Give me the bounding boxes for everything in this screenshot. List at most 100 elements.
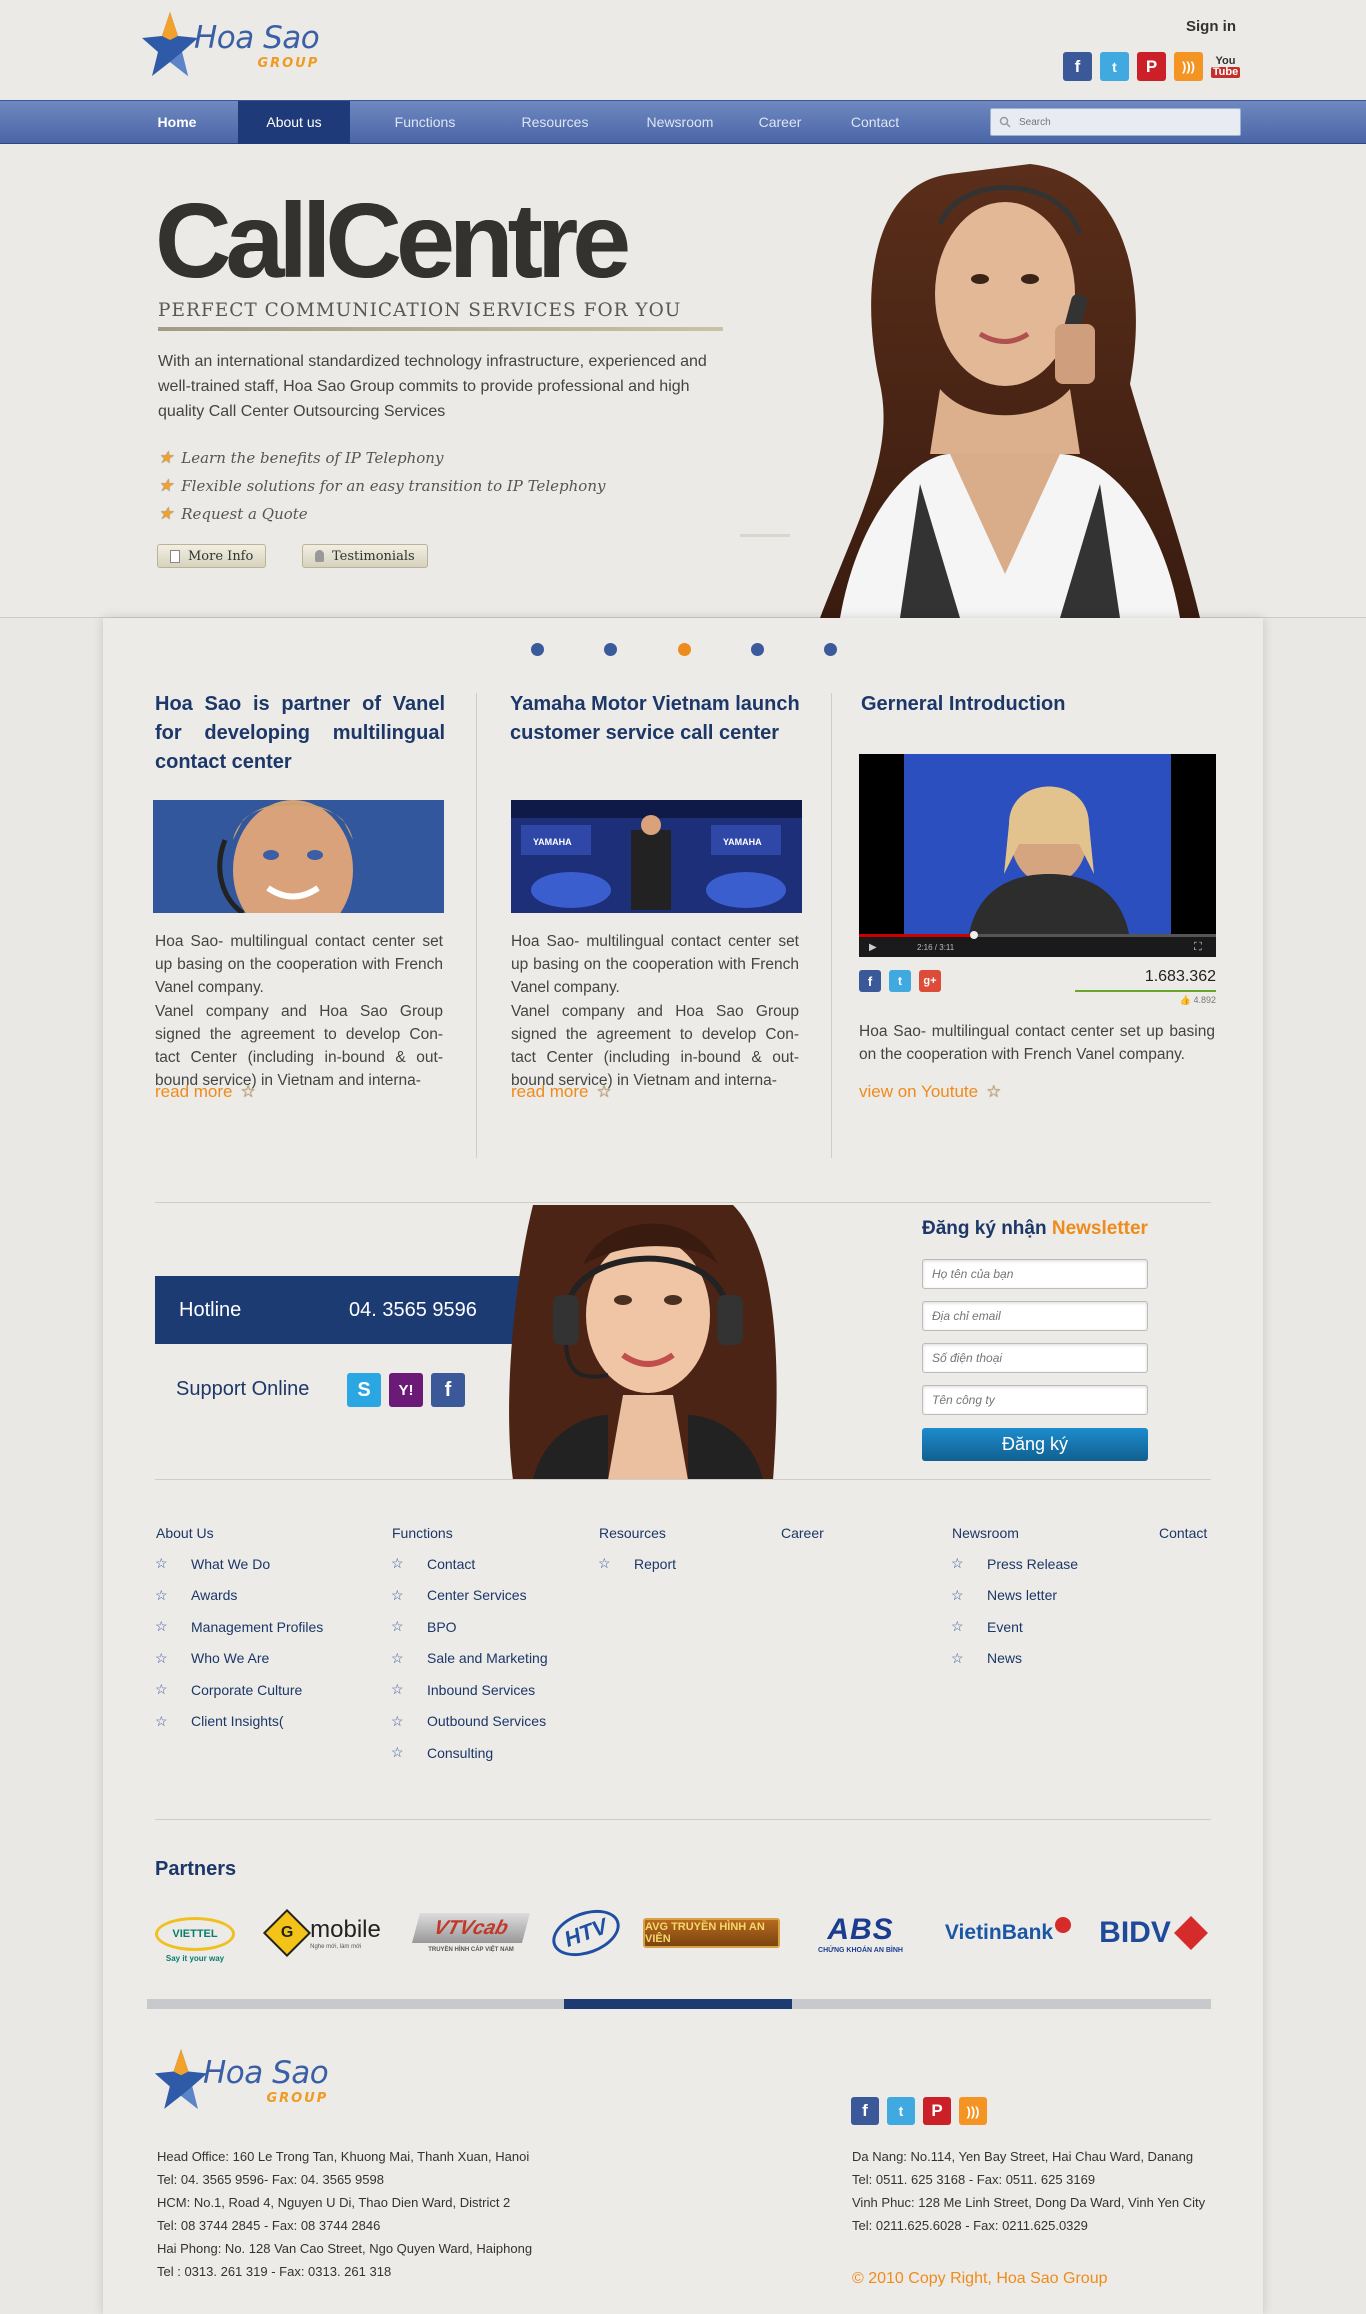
footer-link[interactable]: ☆ Sale and Marketing <box>391 1643 548 1675</box>
nav-newsroom[interactable]: Newsroom <box>630 101 730 144</box>
footer-link[interactable]: ☆ Awards <box>155 1580 323 1612</box>
company-input[interactable] <box>922 1385 1148 1415</box>
star-icon: ☆ <box>951 1618 964 1635</box>
testimonials-label: Testimonials <box>332 548 415 564</box>
testimonials-button[interactable]: Testimonials <box>302 544 428 568</box>
partner-viettel-logo[interactable]: VIETTEL Say it your way <box>153 1908 237 1972</box>
section-divider <box>155 1819 1211 1820</box>
footer-head-about[interactable]: About Us <box>156 1525 214 1541</box>
twitter-icon[interactable]: t <box>1100 52 1129 81</box>
site-logo[interactable]: Hoa Sao GROUP <box>140 8 320 80</box>
hero-bullet[interactable]: ★ Learn the benefits of IP Telephony <box>158 444 605 472</box>
skype-icon[interactable]: S <box>347 1373 381 1407</box>
yahoo-messenger-icon[interactable]: Y! <box>389 1373 423 1407</box>
facebook-icon[interactable]: f <box>1063 52 1092 81</box>
google-plus-icon[interactable]: g+ <box>919 970 941 992</box>
footer-link[interactable]: ☆ Event <box>951 1611 1078 1643</box>
nav-resources[interactable]: Resources <box>505 101 605 144</box>
video-player[interactable]: ▶ 2:16 / 3:11 ⛶ <box>859 754 1216 957</box>
footer-logo[interactable]: Hoa Sao GROUP <box>153 2045 329 2113</box>
footer-link[interactable]: ☆ Inbound Services <box>391 1674 548 1706</box>
slider-dot[interactable] <box>531 643 544 656</box>
partner-gmobile-logo[interactable]: G mobile Nghe mới, làm mới <box>258 1908 393 1958</box>
partner-abs-logo[interactable]: ABS CHỨNG KHOÁN AN BÌNH <box>798 1908 923 1958</box>
address-line: Tel: 04. 3565 9596- Fax: 04. 3565 9598 <box>157 2172 384 2187</box>
nav-contact[interactable]: Contact <box>840 101 910 144</box>
facebook-icon[interactable]: f <box>859 970 881 992</box>
rss-icon[interactable]: ))) <box>1174 52 1203 81</box>
footer-link[interactable]: ☆ News <box>951 1643 1078 1675</box>
partner-avg-logo[interactable]: AVG TRUYỀN HÌNH AN VIÊN <box>643 1918 780 1948</box>
footer-link[interactable]: ☆ Consulting <box>391 1737 548 1769</box>
nav-home[interactable]: Home <box>138 101 216 144</box>
news-image-yamaha[interactable]: YAMAHA YAMAHA <box>511 800 802 913</box>
hero-bullet[interactable]: ★ Request a Quote <box>158 500 605 528</box>
twitter-icon[interactable]: t <box>887 2097 915 2125</box>
subscribe-button[interactable]: Đăng ký <box>922 1428 1148 1461</box>
footer-link[interactable]: ☆ BPO <box>391 1611 548 1643</box>
hero-bullet[interactable]: ★ Flexible solutions for an easy transiti… <box>158 472 605 500</box>
slider-dot[interactable] <box>751 643 764 656</box>
partner-vtvcab-logo[interactable]: VTVcab TRUYỀN HÌNH CÁP VIỆT NAM <box>411 1906 531 1960</box>
twitter-icon[interactable]: t <box>889 970 911 992</box>
nav-functions[interactable]: Functions <box>375 101 475 144</box>
play-icon[interactable]: ▶ <box>869 942 877 953</box>
footer-link-label: Report <box>634 1555 677 1572</box>
partners-scroll-thumb[interactable] <box>564 1999 792 2009</box>
news-title[interactable]: Yamaha Motor Vietnam launch customer ser… <box>510 690 810 748</box>
footer-link-label: BPO <box>427 1618 457 1635</box>
footer-link[interactable]: ☆ Press Release <box>951 1548 1078 1580</box>
footer-link[interactable]: ☆ Corporate Culture <box>155 1674 323 1706</box>
fullscreen-icon[interactable]: ⛶ <box>1194 941 1202 954</box>
nav-career[interactable]: Career <box>745 101 815 144</box>
footer-head-resources[interactable]: Resources <box>599 1525 666 1541</box>
footer-head-newsroom[interactable]: Newsroom <box>952 1525 1019 1541</box>
news-image-agent[interactable] <box>153 800 444 913</box>
search-input[interactable] <box>1019 116 1219 128</box>
video-share-icons: f t g+ <box>859 970 941 992</box>
video-time: 2:16 / 3:11 <box>917 943 955 952</box>
read-more-link[interactable]: read more ☆ <box>155 1082 264 1102</box>
partner-htv-logo[interactable]: HTV <box>545 1901 627 1965</box>
copyright: © 2010 Copy Right, Hoa Sao Group <box>852 2270 1108 2287</box>
more-info-button[interactable]: More Info <box>157 544 267 568</box>
sign-in-link[interactable]: Sign in <box>1186 18 1236 35</box>
section-divider <box>155 1202 1211 1203</box>
search-box[interactable] <box>990 108 1241 136</box>
partner-bidv-logo[interactable]: BIDV <box>1091 1913 1211 1953</box>
footer-link[interactable]: ☆ Who We Are <box>155 1643 323 1675</box>
email-input[interactable] <box>922 1301 1148 1331</box>
pinterest-icon[interactable]: P <box>923 2097 951 2125</box>
facebook-icon[interactable]: f <box>431 1373 465 1407</box>
pinterest-icon[interactable]: P <box>1137 52 1166 81</box>
rss-icon[interactable]: ))) <box>959 2097 987 2125</box>
slider-dot[interactable] <box>824 643 837 656</box>
footer-link[interactable]: ☆ News letter <box>951 1580 1078 1612</box>
footer-logo-text: Hoa Sao <box>203 2055 329 2091</box>
footer-link[interactable]: ☆ Client Insights( <box>155 1706 323 1738</box>
partner-vietinbank-logo[interactable]: VietinBank <box>943 1913 1073 1953</box>
footer-link[interactable]: ☆ Center Services <box>391 1580 548 1612</box>
video-title[interactable]: Gerneral Introduction <box>861 690 1161 719</box>
phone-input[interactable] <box>922 1343 1148 1373</box>
read-more-link[interactable]: read more ☆ <box>511 1082 620 1102</box>
hotline-number[interactable]: 04. 3565 9596 <box>349 1299 477 1322</box>
facebook-icon[interactable]: f <box>851 2097 879 2125</box>
star-icon: ☆ <box>951 1555 964 1572</box>
slider-dot-active[interactable] <box>678 643 691 656</box>
news-title[interactable]: Hoa Sao is partner of Vanel for developi… <box>155 690 445 777</box>
footer-link[interactable]: ☆ Management Profiles <box>155 1611 323 1643</box>
footer-link[interactable]: ☆ What We Do <box>155 1548 323 1580</box>
footer-link[interactable]: ☆ Contact <box>391 1548 548 1580</box>
footer-head-contact[interactable]: Contact <box>1159 1525 1207 1541</box>
footer-link-label: Client Insights( <box>191 1713 284 1730</box>
slider-dot[interactable] <box>604 643 617 656</box>
view-on-youtube-link[interactable]: view on Youtute ☆ <box>859 1082 1009 1102</box>
footer-link[interactable]: ☆ Report <box>598 1548 676 1580</box>
footer-head-functions[interactable]: Functions <box>392 1525 453 1541</box>
footer-link[interactable]: ☆ Outbound Services <box>391 1706 548 1738</box>
footer-head-career[interactable]: Career <box>781 1525 824 1541</box>
nav-about-us[interactable]: About us <box>238 101 350 144</box>
name-input[interactable] <box>922 1259 1148 1289</box>
youtube-icon[interactable]: You Tube <box>1210 52 1241 81</box>
